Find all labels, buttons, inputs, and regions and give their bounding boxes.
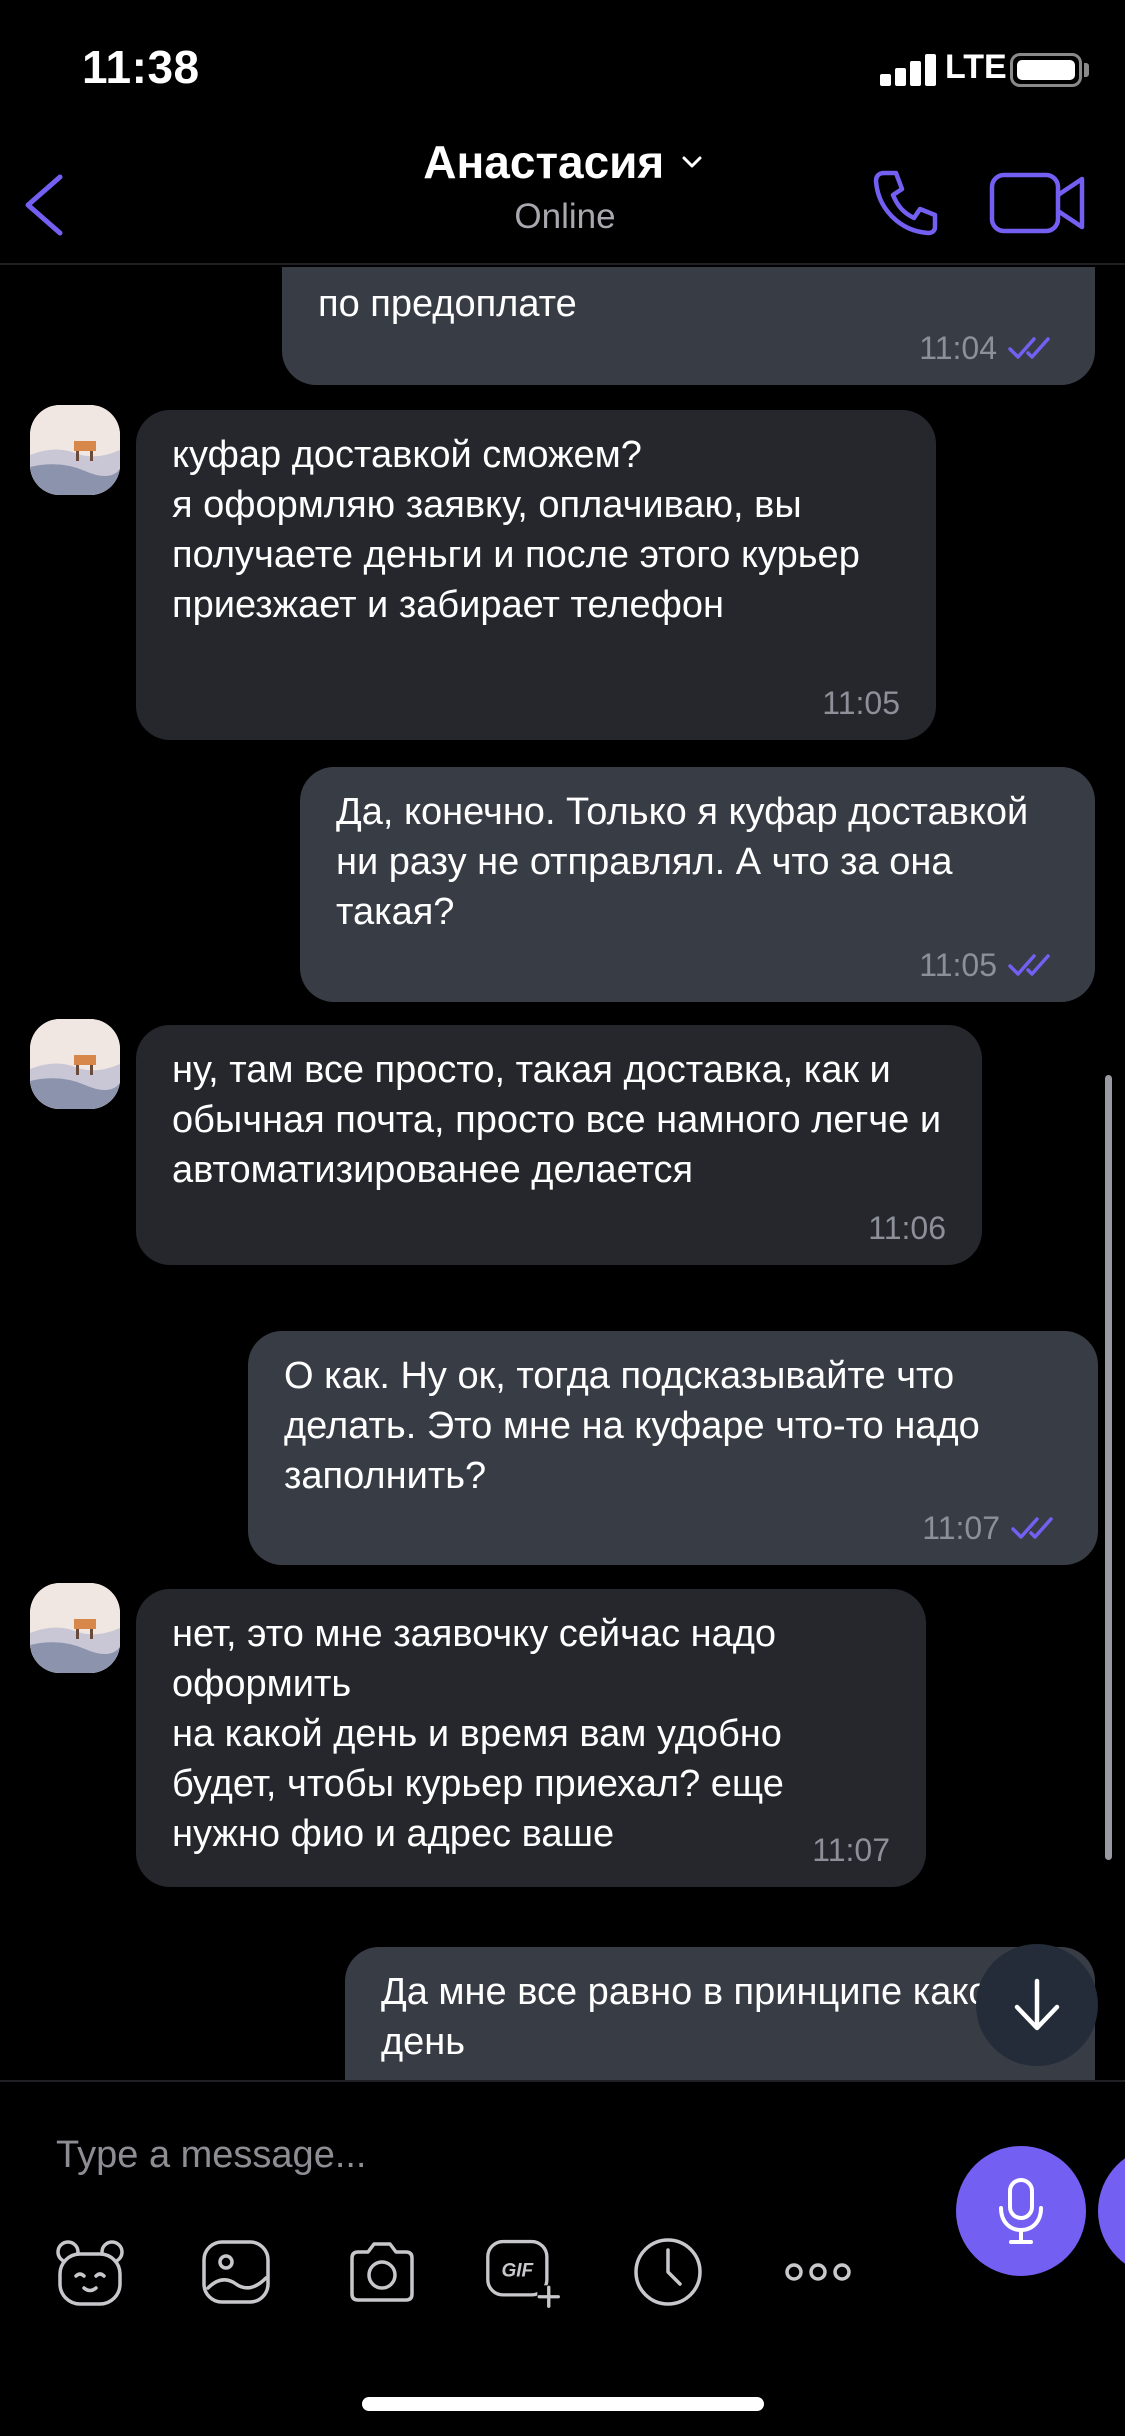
home-indicator (362, 2397, 764, 2411)
gallery-icon (202, 2240, 270, 2304)
double-check-icon (1008, 337, 1050, 359)
avatar[interactable] (30, 405, 120, 495)
gif-button[interactable]: GIF (484, 2232, 564, 2312)
message-meta: 11:07 (812, 1827, 890, 1873)
svg-text:GIF: GIF (501, 2261, 534, 2282)
message-text: куфар доставкой сможем? я оформляю заявк… (172, 434, 860, 626)
message-bubble-incoming[interactable]: нет, это мне заявочку сейчас надо оформи… (136, 1589, 926, 1887)
scroll-indicator[interactable] (1105, 1075, 1112, 1860)
back-button[interactable] (18, 165, 78, 245)
double-check-icon (1008, 954, 1050, 976)
avatar[interactable] (30, 1019, 120, 1109)
status-bar: 11:38 LTE (0, 0, 1125, 140)
camera-button[interactable] (342, 2232, 422, 2312)
message-text: нет, это мне заявочку сейчас надо оформи… (172, 1613, 784, 1855)
message-text: по предоплате (318, 283, 577, 325)
message-input[interactable] (56, 2120, 916, 2190)
contact-info[interactable]: Анастасия Online (320, 135, 810, 237)
gif-icon: GIF (486, 2239, 561, 2308)
scroll-to-bottom-button[interactable] (976, 1944, 1098, 2066)
message-meta: 11:07 (922, 1505, 1062, 1551)
microphone-icon (999, 2178, 1043, 2244)
message-bubble-outgoing[interactable]: Да, конечно. Только я куфар доставкой ни… (300, 767, 1095, 1002)
message-bubble-incoming[interactable]: ну, там все просто, такая доставка, как … (136, 1025, 982, 1265)
message-list[interactable]: по предоплате 11:04 куфар доставкой смож… (0, 267, 1125, 2080)
network-type: LTE (945, 48, 1007, 86)
camera-icon (350, 2242, 414, 2302)
video-call-button[interactable] (988, 163, 1088, 243)
message-time: 11:07 (922, 1509, 1000, 1546)
message-bubble-incoming[interactable]: куфар доставкой сможем? я оформляю заявк… (136, 410, 936, 740)
more-button[interactable] (778, 2232, 858, 2312)
message-composer: GIF (0, 2080, 1125, 2436)
contact-status: Online (514, 197, 616, 236)
message-meta: 11:04 (919, 325, 1059, 371)
sticker-icon (56, 2240, 124, 2306)
more-icon (785, 2263, 851, 2281)
message-meta: 11:05 (919, 942, 1059, 988)
message-text: Да, конечно. Только я куфар доставкой ни… (336, 791, 1029, 933)
status-time: 11:38 (82, 41, 200, 93)
avatar[interactable] (30, 1583, 120, 1673)
message-text: О как. Ну ок, тогда подсказывайте что де… (284, 1355, 980, 1497)
message-time: 11:05 (919, 946, 997, 983)
battery-tip (1084, 63, 1089, 77)
message-bubble-outgoing[interactable]: О как. Ну ок, тогда подсказывайте что де… (248, 1331, 1098, 1565)
message-time: 11:06 (868, 1209, 946, 1246)
timer-icon (634, 2238, 702, 2306)
battery-icon (1010, 53, 1082, 87)
chat-screen: 11:38 LTE Анастасия Online по предоплате… (0, 0, 1125, 2436)
contact-name[interactable]: Анастасия (423, 135, 664, 189)
double-check-icon (1011, 1517, 1053, 1539)
phone-icon (873, 170, 938, 236)
avatar-image (30, 405, 120, 495)
arrow-down-icon (1014, 1978, 1060, 2031)
avatar-image (30, 1583, 120, 1673)
timer-button[interactable] (628, 2232, 708, 2312)
gallery-button[interactable] (196, 2232, 276, 2312)
avatar-image (30, 1019, 120, 1109)
signal-strength-icon (880, 54, 936, 86)
message-meta: 11:05 (822, 680, 900, 726)
video-camera-icon (989, 172, 1085, 234)
message-text: Да мне все равно в принципе какой день (381, 1971, 1011, 2063)
sticker-button[interactable] (50, 2232, 130, 2312)
message-text: ну, там все просто, такая доставка, как … (172, 1049, 942, 1191)
chat-header: Анастасия Online (0, 125, 1125, 265)
message-time: 11:05 (822, 684, 900, 721)
call-button[interactable] (868, 165, 942, 239)
voice-message-button[interactable] (956, 2146, 1086, 2276)
chevron-down-icon[interactable] (677, 147, 707, 177)
message-time: 11:07 (812, 1831, 890, 1868)
secondary-action-button[interactable] (1098, 2146, 1125, 2276)
message-meta: 11:06 (868, 1205, 946, 1251)
message-bubble-outgoing[interactable]: по предоплате 11:04 (282, 267, 1095, 385)
chevron-left-icon (25, 174, 63, 236)
message-time: 11:04 (919, 329, 997, 366)
